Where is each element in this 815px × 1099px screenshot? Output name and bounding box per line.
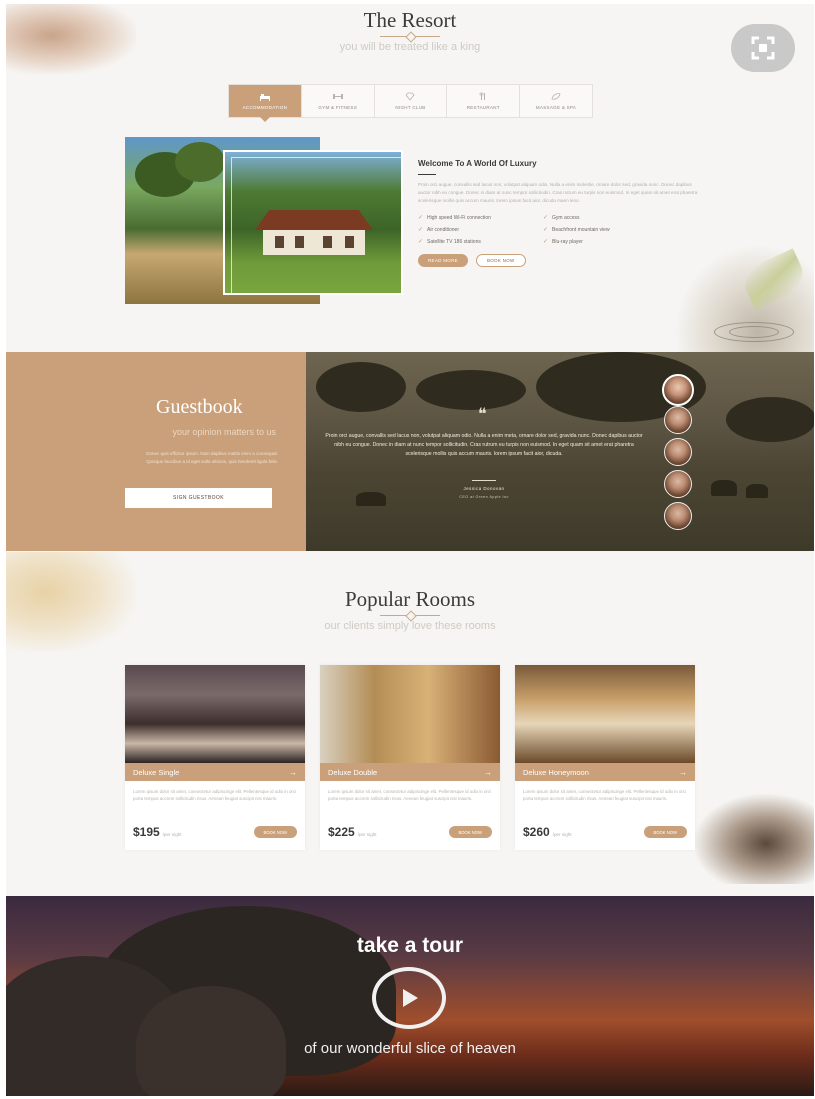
room-footer: $260/per night Book now [523, 825, 687, 839]
room-card[interactable]: Deluxe Single → Lorem ipsum dolor sit am… [125, 665, 305, 850]
title-divider [380, 32, 440, 41]
room-photo [320, 665, 500, 763]
testimonial-avatar[interactable] [662, 374, 694, 406]
check-icon: ✓ [543, 227, 549, 233]
feature-item: ✓ High speed Wi-Fi connection [418, 214, 491, 222]
room-description: Lorem ipsum dolor sit amet, consectetur … [523, 789, 687, 801]
room-description: Lorem ipsum dolor sit amet, consectetur … [133, 789, 297, 801]
welcome-text: Proin orci augue, convallis sed lacus no… [418, 182, 698, 203]
feature-item: ✓ Gym access [543, 214, 580, 222]
quote-icon: ❝ [478, 406, 487, 423]
guestbook-subtitle: your opinion matters to us [172, 427, 276, 437]
room-card[interactable]: Deluxe Honeymoon → Lorem ipsum dolor sit… [515, 665, 695, 850]
cutlery-icon [479, 92, 486, 100]
feature-item: ✓ Air conditioner [418, 226, 459, 234]
book-now-button[interactable]: Book now [253, 826, 297, 838]
read-more-button[interactable]: Read more [418, 254, 468, 267]
tab-restaurant[interactable]: Restaurant [447, 85, 521, 117]
amenities-tabs: Accommodation Gym & Fitness Night Club R… [228, 84, 593, 122]
tab-massage-spa[interactable]: Massage & Spa [520, 85, 592, 117]
car-decoration-image [694, 794, 814, 884]
resort-title: The Resort [363, 8, 457, 32]
play-button[interactable] [372, 967, 446, 1029]
check-icon: ✓ [418, 227, 424, 233]
testimonial-author-name: Jessica Donovan [463, 486, 505, 491]
room-photo [515, 665, 695, 763]
testimonial-avatar[interactable] [664, 438, 692, 466]
room-name: Deluxe Honeymoon [523, 767, 589, 777]
check-icon: ✓ [418, 215, 424, 221]
fullscreen-icon [751, 36, 775, 60]
welcome-buttons: Read more Book now [418, 254, 703, 267]
rooms-title: Popular Rooms [344, 587, 476, 611]
resort-page: The Resort you will be treated like a ki… [6, 4, 814, 1096]
room-description: Lorem ipsum dolor sit amet, consectetur … [328, 789, 492, 801]
testimonial-quote: Proin orci augue, convallis sed lacus no… [325, 433, 643, 457]
check-icon: ✓ [543, 215, 549, 221]
tour-subtitle: of our wonderful slice of heaven [304, 1040, 516, 1057]
check-icon: ✓ [543, 239, 549, 245]
welcome-rule [418, 174, 436, 175]
tab-label: Night Club [395, 105, 426, 110]
room-title-bar[interactable]: Deluxe Double → [320, 763, 500, 781]
tab-label: Accommodation [242, 105, 288, 110]
lodge-house-photo [223, 150, 403, 295]
check-icon: ✓ [418, 239, 424, 245]
room-footer: $195/per night Book now [133, 825, 297, 839]
resort-subtitle: you will be treated like a king [339, 41, 481, 53]
rooms-grid: Deluxe Single → Lorem ipsum dolor sit am… [125, 665, 695, 850]
book-now-button[interactable]: Book now [475, 254, 526, 267]
sign-guestbook-button[interactable]: Sign guestbook [125, 488, 272, 508]
tab-label: Gym & Fitness [318, 105, 358, 110]
tab-night-club[interactable]: Night Club [375, 85, 448, 117]
testimonial-avatar[interactable] [664, 470, 692, 498]
room-name: Deluxe Single [133, 767, 180, 777]
room-price: $260/per night [523, 825, 572, 839]
dumbbell-icon [332, 94, 343, 99]
leaf-icon [551, 93, 561, 100]
tab-gym-fitness[interactable]: Gym & Fitness [302, 85, 375, 117]
title-divider [380, 611, 440, 620]
fullscreen-button[interactable] [731, 24, 795, 72]
arrow-right-icon: → [289, 767, 297, 777]
room-name: Deluxe Double [328, 767, 378, 777]
rooms-subtitle: our clients simply love these rooms [324, 620, 496, 632]
testimonial-author-role: CEO at Green Apple Inc [459, 495, 509, 499]
room-footer: $225/per night Book now [328, 825, 492, 839]
bed-icon [259, 94, 270, 101]
room-price: $195/per night [133, 825, 182, 839]
room-card[interactable]: Deluxe Double → Lorem ipsum dolor sit am… [320, 665, 500, 850]
book-now-button[interactable]: Book now [448, 826, 492, 838]
arrow-right-icon: → [679, 767, 687, 777]
feature-item: ✓ Satellite TV 186 stations [418, 238, 481, 246]
welcome-panel: Welcome To A World Of Luxury Proin orci … [418, 159, 703, 267]
testimonial-avatar[interactable] [664, 502, 692, 530]
tab-label: Restaurant [466, 105, 500, 110]
tab-label: Massage & Spa [535, 105, 577, 110]
testimonial-rule [472, 480, 496, 481]
testimonial-avatar[interactable] [664, 406, 692, 434]
room-title-bar[interactable]: Deluxe Honeymoon → [515, 763, 695, 781]
diamond-icon [405, 92, 416, 101]
tab-accommodation[interactable]: Accommodation [229, 85, 302, 122]
play-icon [403, 989, 418, 1007]
welcome-title: Welcome To A World Of Luxury [418, 159, 537, 168]
lodge-house [255, 210, 373, 255]
features-list: ✓ High speed Wi-Fi connection ✓ Gym access… [418, 214, 668, 246]
guestbook-title: Guestbook [156, 396, 243, 418]
room-photo [125, 665, 305, 763]
book-now-button[interactable]: Book now [643, 826, 687, 838]
room-title-bar[interactable]: Deluxe Single → [125, 763, 305, 781]
feature-item: ✓ Blu-ray player [543, 238, 583, 246]
guestbook-description: Donec quis efficitur ipsum. Nam dapibus … [146, 451, 278, 464]
room-price: $225/per night [328, 825, 377, 839]
tour-title: take a tour [356, 934, 464, 957]
arrow-right-icon: → [484, 767, 492, 777]
feature-item: ✓ Beachfront mountain view [543, 226, 610, 234]
